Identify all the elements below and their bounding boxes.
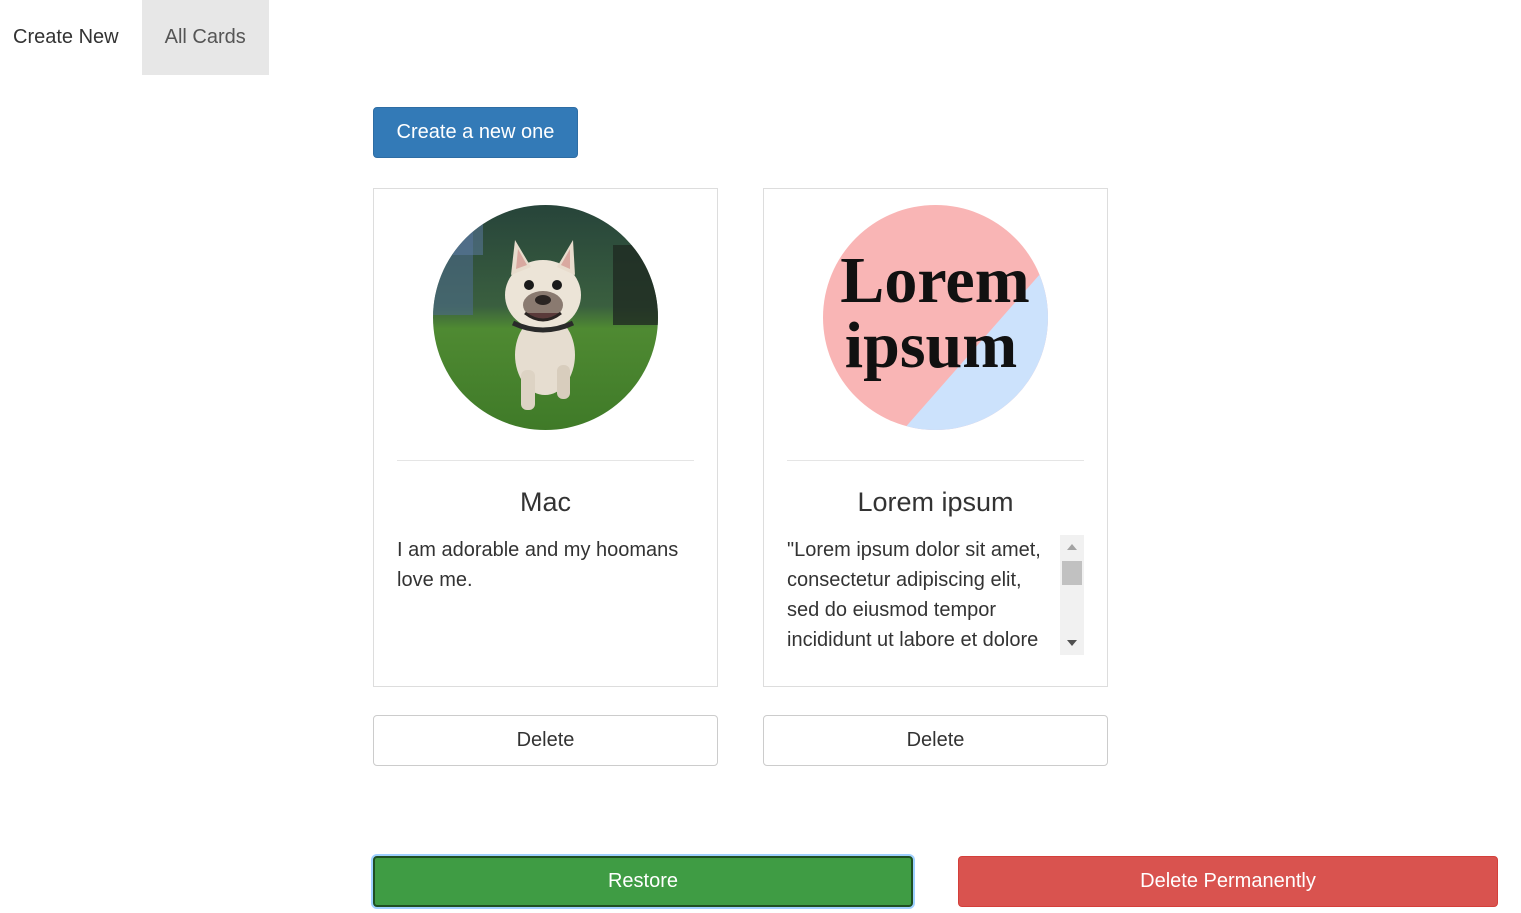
card-mac: Mac I am adorable and my hoomans love me…	[373, 188, 718, 687]
card-description: I am adorable and my hoomans love me.	[397, 539, 679, 591]
lorem-image-text-2: ipsum	[845, 309, 1017, 382]
tab-create-new[interactable]: Create New	[0, 0, 142, 75]
card-divider	[397, 460, 694, 461]
create-new-button[interactable]: Create a new one	[373, 107, 578, 158]
lorem-image-text-1: Lorem	[840, 244, 1029, 317]
delete-card-lorem-button[interactable]: Delete	[763, 715, 1108, 766]
delete-permanently-button[interactable]: Delete Permanently	[958, 856, 1498, 907]
card-lorem-ipsum: Lorem ipsum Lorem ipsum "Lorem ipsum dol…	[763, 188, 1108, 687]
description-scrollbar[interactable]	[1060, 535, 1084, 655]
card-title: Lorem ipsum	[857, 487, 1014, 517]
lorem-ipsum-image: Lorem ipsum	[823, 205, 1048, 430]
top-nav: Create New All Cards	[0, 0, 269, 76]
scroll-thumb[interactable]	[1062, 561, 1082, 585]
card-avatar-lorem: Lorem ipsum	[823, 205, 1048, 430]
scroll-down-icon[interactable]	[1067, 640, 1077, 646]
dog-image	[433, 205, 658, 430]
scroll-up-icon[interactable]	[1067, 544, 1077, 550]
card-avatar-dog	[433, 205, 658, 430]
card-description[interactable]: "Lorem ipsum dolor sit amet, consectetur…	[787, 535, 1059, 654]
tab-all-cards[interactable]: All Cards	[141, 0, 269, 75]
restore-button[interactable]: Restore	[373, 856, 913, 907]
card-title: Mac	[519, 487, 571, 517]
card-divider	[787, 460, 1084, 461]
delete-card-mac-button[interactable]: Delete	[373, 715, 718, 766]
